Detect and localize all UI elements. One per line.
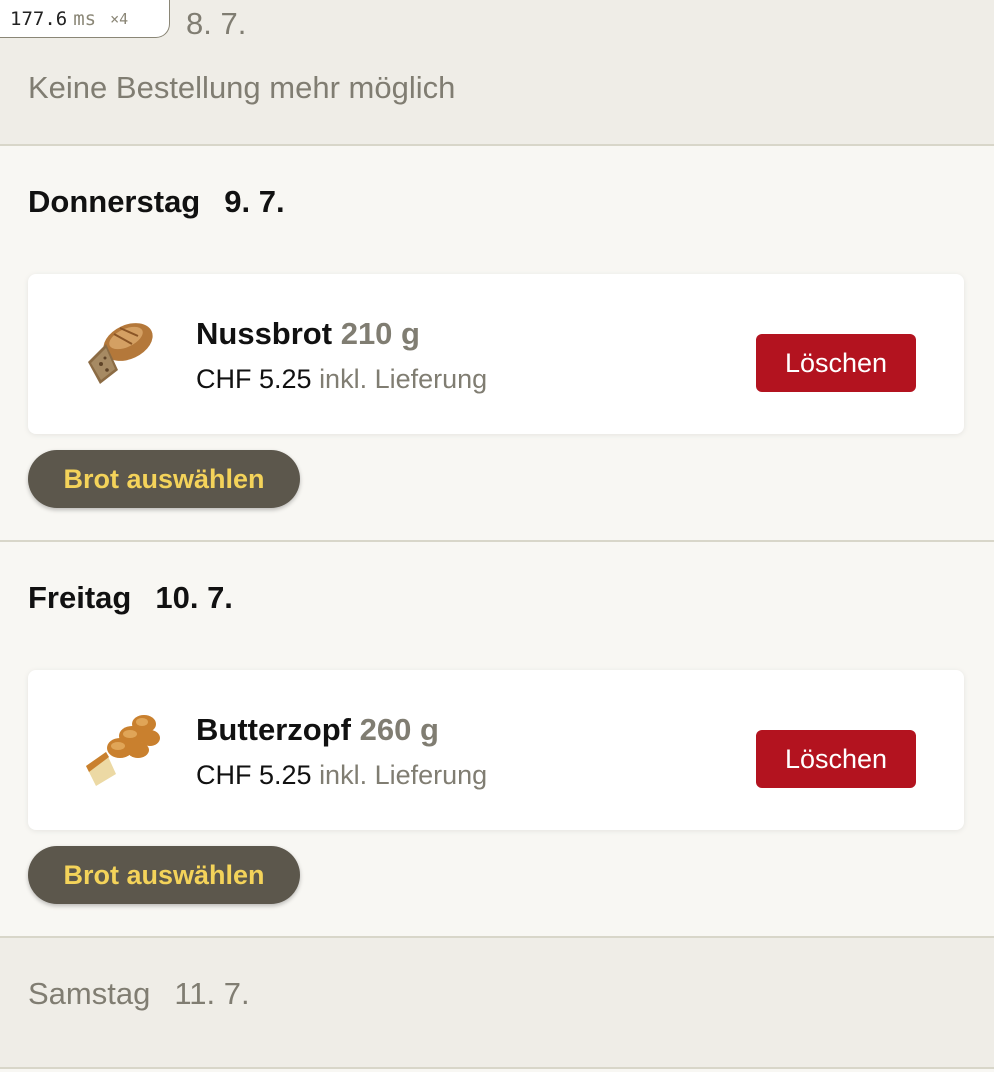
butterzopf-image <box>86 715 160 786</box>
order-card: Butterzopf 260 g CHF 5.25 inkl. Lieferun… <box>28 670 964 830</box>
product-name-line: Nussbrot 210 g <box>196 316 420 352</box>
day-section-saturday[interactable]: Samstag 11. 7. <box>0 938 994 1069</box>
day-date: 10. 7. <box>155 580 233 615</box>
product-price: CHF 5.25 <box>196 364 312 394</box>
day-heading: Freitag 10. 7. <box>28 580 233 616</box>
choose-bread-button[interactable]: Brot auswählen <box>28 846 300 904</box>
day-heading: Samstag 11. 7. <box>28 976 250 1012</box>
day-date: 11. 7. <box>174 976 250 1011</box>
day-weekday: Samstag <box>28 976 151 1011</box>
product-price-line: CHF 5.25 inkl. Lieferung <box>196 364 487 395</box>
perf-multiplier: ×4 <box>110 9 129 28</box>
performance-badge: 177.6 ms ×4 <box>0 0 170 38</box>
nussbrot-image <box>88 323 153 384</box>
day-date: 9. 7. <box>224 184 285 219</box>
product-price: CHF 5.25 <box>196 760 312 790</box>
order-card: Nussbrot 210 g CHF 5.25 inkl. Lieferung … <box>28 274 964 434</box>
perf-unit: ms <box>73 7 97 30</box>
choose-bread-button[interactable]: Brot auswählen <box>28 450 300 508</box>
product-name-line: Butterzopf 260 g <box>196 712 439 748</box>
perf-value: 177.6 <box>10 7 68 30</box>
delivery-note: inkl. Lieferung <box>319 760 488 790</box>
order-closed-message: Keine Bestellung mehr möglich <box>28 70 456 105</box>
product-name: Nussbrot <box>196 316 333 351</box>
product-name: Butterzopf <box>196 712 351 747</box>
delivery-note: inkl. Lieferung <box>319 364 488 394</box>
day-section-thursday: Donnerstag 9. 7. Nussbrot 210 g CHF 5.25 … <box>0 146 994 542</box>
product-price-line: CHF 5.25 inkl. Lieferung <box>196 760 487 791</box>
day-weekday: Freitag <box>28 580 132 615</box>
delete-button[interactable]: Löschen <box>756 334 916 392</box>
day-weekday: Donnerstag <box>28 184 201 219</box>
product-weight: 260 g <box>359 712 439 747</box>
day-date: 8. 7. <box>186 6 247 41</box>
delete-button[interactable]: Löschen <box>756 730 916 788</box>
product-weight: 210 g <box>340 316 420 351</box>
day-heading: Donnerstag 9. 7. <box>28 184 285 220</box>
day-section-friday: Freitag 10. 7. Butterzopf 260 g CHF 5.25… <box>0 542 994 938</box>
